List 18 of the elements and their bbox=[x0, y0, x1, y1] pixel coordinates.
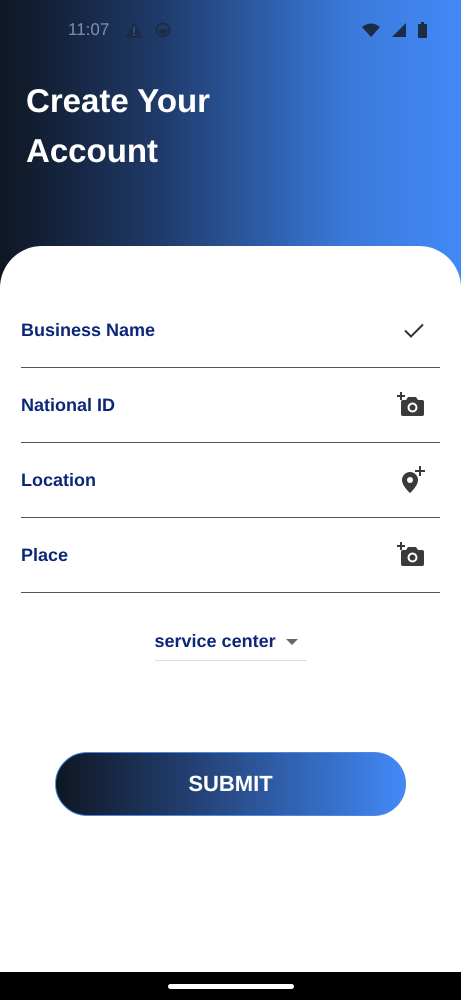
status-time: 11:07 bbox=[68, 20, 110, 40]
field-label: Place bbox=[21, 544, 68, 566]
page-title: Create Your Account bbox=[26, 81, 212, 171]
wifi-icon bbox=[362, 23, 380, 37]
field-label: National ID bbox=[21, 394, 116, 416]
circle-icon bbox=[155, 22, 172, 38]
add-photo-icon[interactable] bbox=[396, 542, 426, 568]
battery-icon bbox=[418, 22, 427, 38]
warning-icon bbox=[125, 22, 144, 38]
field-label: Business Name bbox=[21, 320, 156, 340]
add-photo-icon[interactable] bbox=[396, 392, 426, 418]
home-indicator[interactable] bbox=[168, 984, 294, 988]
add-location-icon[interactable] bbox=[400, 466, 426, 494]
signal-icon bbox=[392, 23, 406, 37]
dropdown-caret-icon bbox=[286, 638, 298, 644]
field-label: Location bbox=[21, 470, 96, 490]
submit-button[interactable]: SUBMIT bbox=[55, 752, 406, 816]
service-type-dropdown[interactable]: service center bbox=[154, 631, 306, 661]
